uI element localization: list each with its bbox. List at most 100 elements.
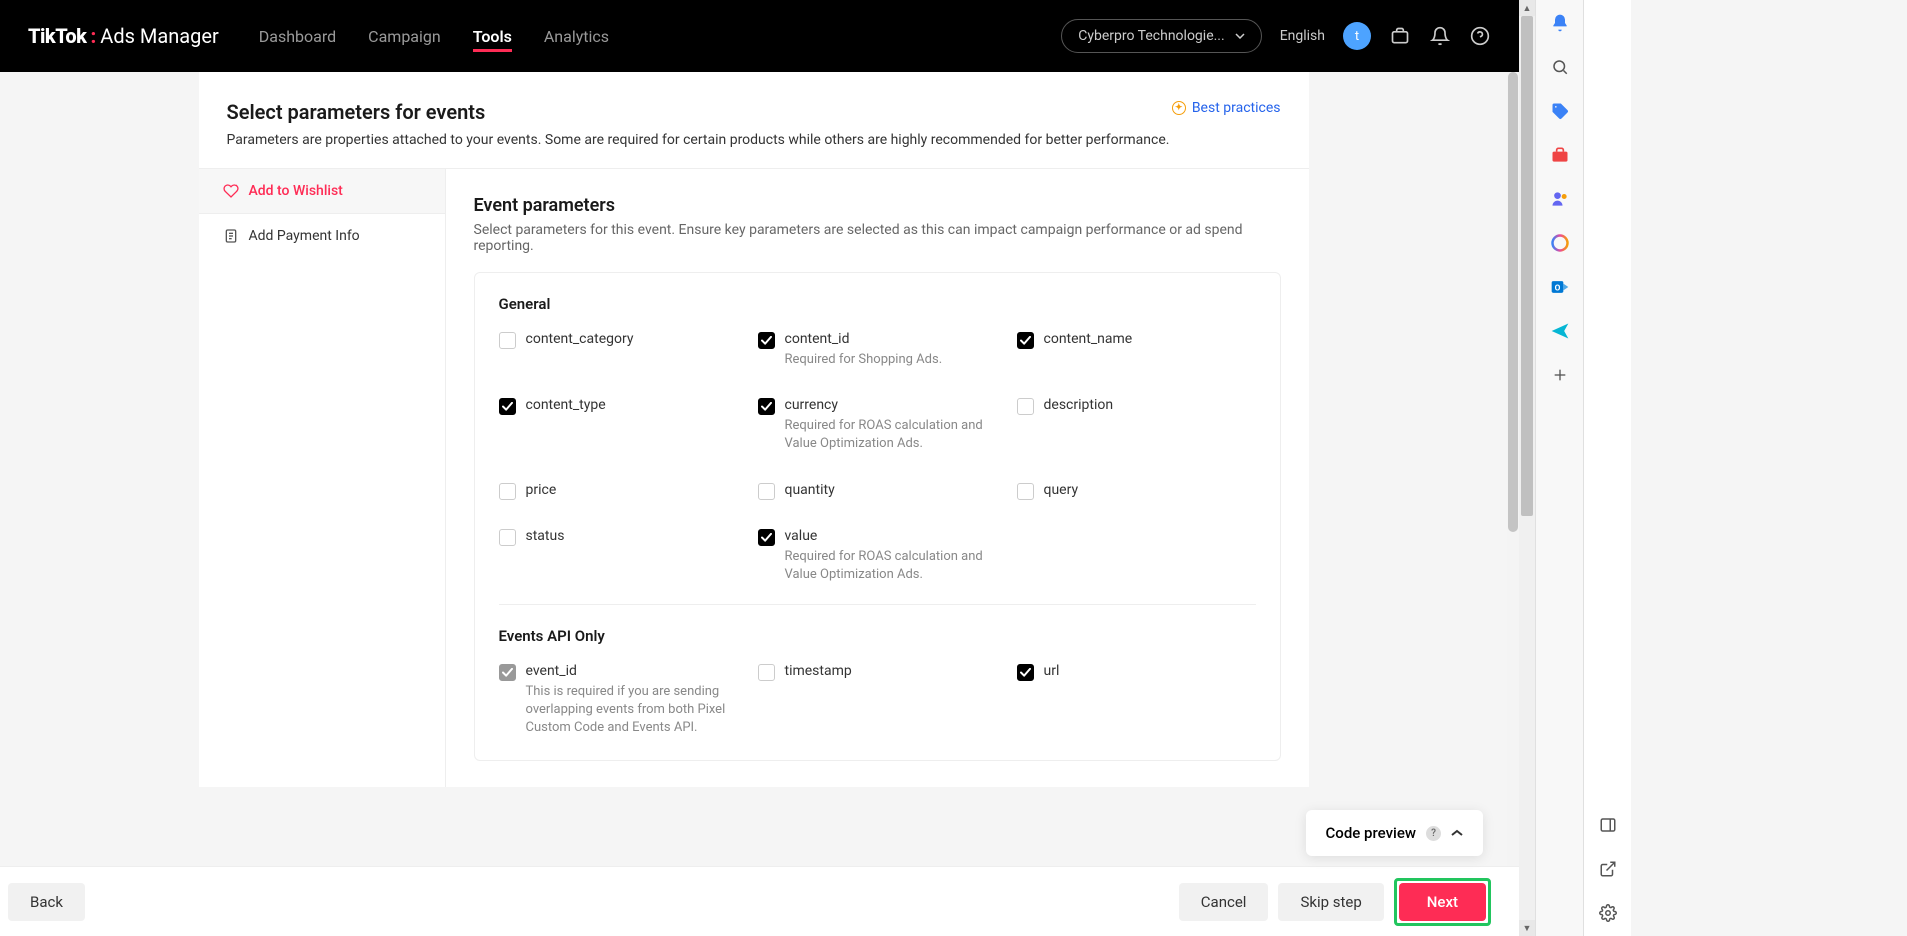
checkbox-content_type[interactable]	[499, 398, 516, 415]
page-subtitle: Parameters are properties attached to yo…	[227, 132, 1170, 148]
param-label: content_id	[785, 331, 943, 347]
param-grid-general: content_category content_idRequired for S…	[499, 331, 1256, 584]
checkbox-content_id[interactable]	[758, 332, 775, 349]
checkbox-query[interactable]	[1017, 483, 1034, 500]
event-label: Add to Wishlist	[249, 183, 343, 199]
top-header: TikTok: Ads Manager Dashboard Campaign T…	[0, 0, 1519, 72]
param-value: value Required for ROAS calculation and V…	[758, 528, 997, 584]
group-api-title: Events API Only	[499, 627, 1256, 645]
language-selector[interactable]: English	[1280, 28, 1325, 44]
heart-icon	[223, 183, 239, 199]
nav-dashboard[interactable]: Dashboard	[259, 3, 336, 70]
people-icon[interactable]	[1549, 188, 1571, 210]
checkbox-description[interactable]	[1017, 398, 1034, 415]
checkbox-url[interactable]	[1017, 664, 1034, 681]
tag-icon[interactable]	[1549, 100, 1571, 122]
content-scrollbar[interactable]	[1507, 72, 1519, 866]
logo-brand: TikTok	[28, 24, 86, 48]
checkbox-price[interactable]	[499, 483, 516, 500]
content-card: Select parameters for events Parameters …	[199, 72, 1309, 787]
param-label: value	[785, 528, 997, 544]
param-content_id: content_idRequired for Shopping Ads.	[758, 331, 997, 369]
checkbox-value[interactable]	[758, 529, 775, 546]
event-add-to-wishlist[interactable]: Add to Wishlist	[199, 169, 445, 214]
page-title: Select parameters for events	[227, 100, 1170, 124]
param-content_category: content_category	[499, 331, 738, 369]
scroll-down-arrow[interactable]: ▼	[1519, 920, 1535, 936]
browser-scroll-thumb[interactable]	[1521, 16, 1533, 516]
param-label: event_id	[526, 663, 738, 679]
checkbox-content_name[interactable]	[1017, 332, 1034, 349]
param-hint: Required for ROAS calculation and Value …	[785, 548, 997, 584]
footer-bar: Back Cancel Skip step Next	[0, 866, 1519, 936]
param-hint: Required for ROAS calculation and Value …	[785, 417, 997, 453]
param-timestamp: timestamp	[758, 663, 997, 738]
toolbox-icon[interactable]	[1549, 144, 1571, 166]
logo-suffix: Ads Manager	[100, 24, 219, 48]
scroll-up-arrow[interactable]: ▲	[1519, 0, 1535, 16]
outlook-icon[interactable]: O	[1549, 276, 1571, 298]
briefcase-icon[interactable]	[1389, 25, 1411, 47]
plus-icon[interactable]	[1549, 364, 1571, 386]
avatar[interactable]: t	[1343, 22, 1371, 50]
param-label: quantity	[785, 482, 835, 498]
param-event_id: event_id This is required if you are send…	[499, 663, 738, 738]
help-icon[interactable]	[1469, 25, 1491, 47]
checkbox-quantity[interactable]	[758, 483, 775, 500]
logo: TikTok: Ads Manager	[28, 24, 219, 48]
params-subtitle: Select parameters for this event. Ensure…	[474, 222, 1281, 254]
checkbox-content_category[interactable]	[499, 332, 516, 349]
param-label: url	[1044, 663, 1060, 679]
copilot-icon[interactable]	[1549, 232, 1571, 254]
org-selector[interactable]: Cyberpro Technologie...	[1061, 19, 1261, 53]
param-label: description	[1044, 397, 1114, 413]
lightbulb-icon: ✦	[1172, 101, 1186, 115]
chevron-up-icon	[1451, 829, 1463, 837]
param-label: price	[526, 482, 557, 498]
help-icon: ?	[1426, 826, 1441, 841]
browser-scrollbar[interactable]: ▲ ▼	[1519, 0, 1535, 936]
param-label: query	[1044, 482, 1079, 498]
param-content_name: content_name	[1017, 331, 1256, 369]
event-sidebar: Add to Wishlist Add Payment Info	[199, 169, 446, 787]
search-icon[interactable]	[1549, 56, 1571, 78]
event-add-payment-info[interactable]: Add Payment Info	[199, 214, 445, 258]
group-general-title: General	[499, 295, 1256, 313]
nav-campaign[interactable]: Campaign	[368, 3, 441, 70]
param-label: content_name	[1044, 331, 1133, 347]
checkbox-status[interactable]	[499, 529, 516, 546]
bell-icon[interactable]	[1429, 25, 1451, 47]
bell-filled-icon[interactable]	[1549, 12, 1571, 34]
nav-analytics[interactable]: Analytics	[544, 3, 609, 70]
param-label: timestamp	[785, 663, 852, 679]
param-status: status	[499, 528, 738, 584]
param-quantity: quantity	[758, 482, 997, 500]
external-link-icon[interactable]	[1597, 858, 1619, 880]
checkbox-timestamp[interactable]	[758, 664, 775, 681]
back-button[interactable]: Back	[8, 883, 85, 921]
param-hint: This is required if you are sending over…	[526, 683, 738, 738]
send-icon[interactable]	[1549, 320, 1571, 342]
params-title: Event parameters	[474, 195, 1281, 216]
settings-icon[interactable]	[1597, 902, 1619, 924]
group-divider	[499, 604, 1256, 605]
checkbox-currency[interactable]	[758, 398, 775, 415]
skip-step-button[interactable]: Skip step	[1278, 883, 1383, 921]
next-button[interactable]: Next	[1399, 883, 1486, 921]
best-practices-link[interactable]: ✦ Best practices	[1172, 100, 1281, 116]
nav-tabs: Dashboard Campaign Tools Analytics	[259, 3, 609, 70]
cancel-button[interactable]: Cancel	[1179, 883, 1269, 921]
param-label: status	[526, 528, 565, 544]
param-label: currency	[785, 397, 997, 413]
chevron-down-icon	[1235, 33, 1245, 39]
next-button-highlight: Next	[1394, 878, 1491, 926]
nav-tools[interactable]: Tools	[473, 3, 512, 70]
code-preview-toggle[interactable]: Code preview ?	[1306, 810, 1483, 856]
app-sidebar: O	[1535, 0, 1583, 936]
scrollbar-thumb[interactable]	[1508, 72, 1518, 532]
param-content_type: content_type	[499, 397, 738, 453]
clipboard-icon	[223, 228, 239, 244]
param-label: content_category	[526, 331, 634, 347]
checkbox-event_id[interactable]	[499, 664, 516, 681]
panel-icon[interactable]	[1597, 814, 1619, 836]
